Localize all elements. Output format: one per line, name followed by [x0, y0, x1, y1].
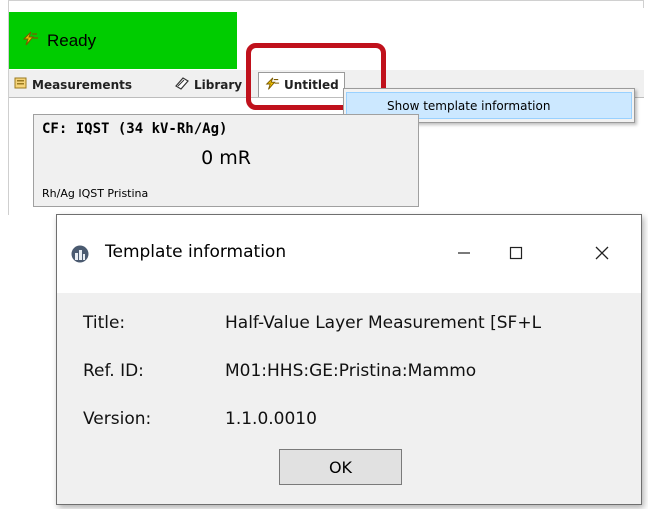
- tab-library[interactable]: Library: [170, 72, 246, 97]
- measurements-icon: [14, 76, 28, 93]
- measurement-subtitle: Rh/Ag IQST Pristina: [42, 187, 149, 200]
- tab-label: Measurements: [32, 77, 132, 92]
- title-value-clip: Half-Value Layer Measurement [SF+L: [225, 311, 641, 339]
- close-icon: [595, 246, 609, 260]
- status-indicator: Ready: [9, 12, 237, 69]
- minimize-icon: [458, 252, 470, 254]
- measurement-card[interactable]: CF: IQST (34 kV-Rh/Ag) 0 mR Rh/Ag IQST P…: [33, 114, 419, 207]
- dialog-title: Template information: [105, 242, 287, 262]
- ref-id-label: Ref. ID:: [83, 361, 144, 381]
- library-icon: [174, 76, 190, 93]
- maximize-button[interactable]: [493, 233, 539, 273]
- close-button[interactable]: [579, 233, 625, 273]
- dialog-titlebar[interactable]: Template information: [57, 215, 641, 293]
- tab-label: Library: [194, 77, 243, 92]
- ok-button[interactable]: OK: [279, 449, 402, 485]
- version-label: Version:: [83, 409, 152, 429]
- maximize-icon: [509, 246, 523, 260]
- template-information-dialog: Template information Title: Half-Value L…: [56, 214, 642, 505]
- status-label: Ready: [47, 30, 97, 50]
- version-value: 1.1.0.0010: [225, 409, 317, 429]
- ref-id-value: M01:HHS:GE:Pristina:Mammo: [225, 361, 477, 381]
- title-label: Title:: [83, 313, 126, 333]
- measurement-value: 0 mR: [201, 147, 251, 169]
- minimize-button[interactable]: [441, 233, 487, 273]
- tab-measurements[interactable]: Measurements: [10, 72, 136, 97]
- title-value: Half-Value Layer Measurement [SF+L: [225, 313, 542, 333]
- measurement-title: CF: IQST (34 kV-Rh/Ag): [42, 121, 228, 137]
- app-icon: [71, 245, 89, 263]
- bolt-icon: [21, 30, 39, 52]
- app-top-border: [8, 0, 644, 8]
